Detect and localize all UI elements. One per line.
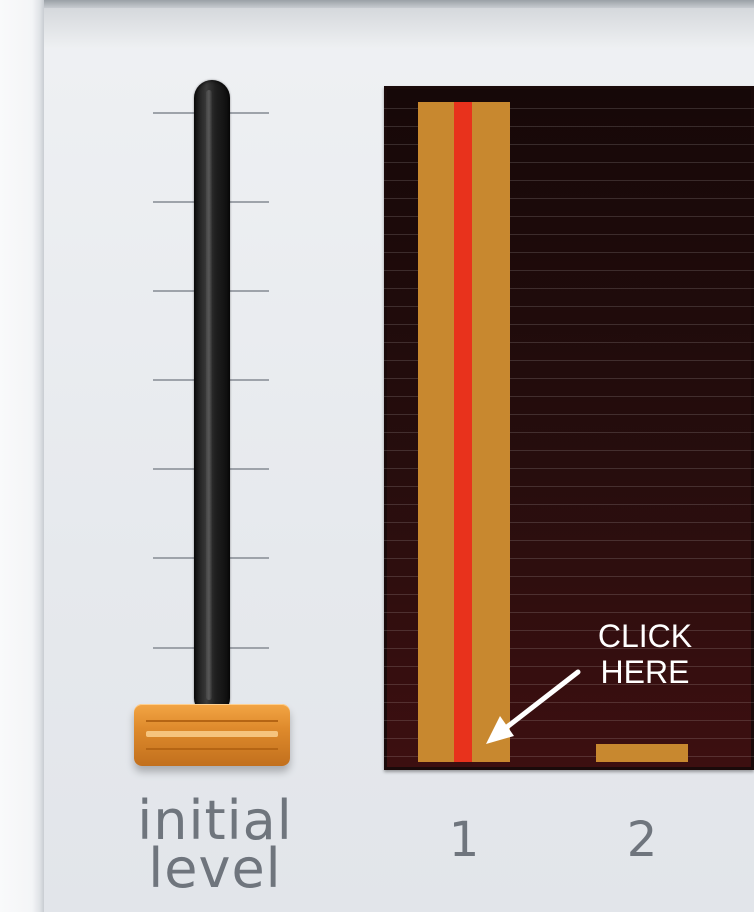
slider-thumb[interactable] (134, 704, 290, 766)
annotation-line-1: CLICK (597, 618, 693, 654)
slider-track[interactable] (194, 80, 230, 716)
slider-label-level: level (148, 837, 282, 900)
step-label-1: 1 (448, 812, 480, 868)
step-label-2: 2 (626, 812, 658, 868)
window-top-edge (0, 0, 754, 8)
thumb-highlight (146, 731, 278, 737)
panel-top-bevel (0, 8, 754, 48)
panel-left-rim (0, 0, 44, 912)
annotation-arrow-icon (486, 669, 581, 744)
step-bar-2[interactable] (596, 744, 688, 762)
